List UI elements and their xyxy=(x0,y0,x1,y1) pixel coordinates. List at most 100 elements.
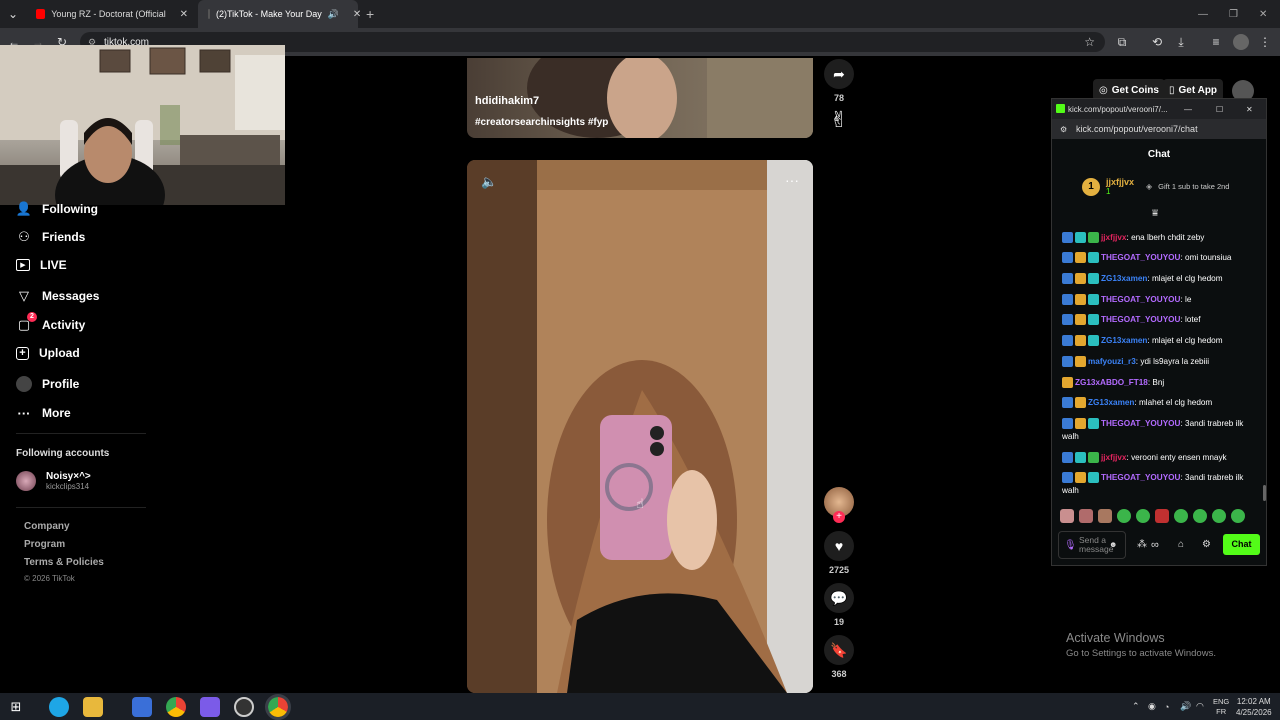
chat-badge-icon xyxy=(1062,273,1073,285)
sub-icon[interactable]: ⁂ xyxy=(1137,539,1147,550)
sidebar-item-activity[interactable]: ▢ 2 Activity xyxy=(16,312,85,333)
emote-icon[interactable] xyxy=(1174,509,1188,523)
video-author[interactable]: hdidihakim7 xyxy=(475,95,539,107)
chat-username[interactable]: THEGOAT_YOUYOU xyxy=(1101,295,1180,304)
sidebar-item-following[interactable]: 👤 Following xyxy=(16,201,98,217)
language-indicator[interactable]: ENG FR xyxy=(1213,697,1229,717)
following-account-item[interactable]: Noisy×^> kickclips314 xyxy=(16,471,91,491)
emote-icon[interactable] xyxy=(1155,509,1169,523)
chat-username[interactable]: ZG13xamen xyxy=(1101,274,1147,283)
sidebar-item-profile[interactable]: Profile xyxy=(16,376,79,392)
emote-icon[interactable] xyxy=(1193,509,1207,523)
tab-tiktok[interactable]: (2)TikTok - Make Your Day 🔊 ✕ xyxy=(198,0,361,28)
media-control-icon[interactable]: ≡ xyxy=(1208,34,1224,50)
chat-badge-icon xyxy=(1075,252,1086,264)
emote-icon[interactable] xyxy=(1117,509,1131,523)
edge-icon[interactable] xyxy=(49,696,69,717)
emote-icon[interactable] xyxy=(1136,509,1150,523)
follow-plus-icon[interactable]: + xyxy=(833,511,845,523)
kick-maximize-icon[interactable]: ☐ xyxy=(1216,105,1223,114)
emoji-icon[interactable]: ☻ xyxy=(1109,540,1117,549)
extensions-icon[interactable]: ⧉ xyxy=(1114,34,1130,50)
speaker-icon[interactable]: 🔊 xyxy=(328,9,339,20)
store-icon[interactable]: ⌂ xyxy=(1178,539,1184,550)
site-settings-icon[interactable]: ⚙ xyxy=(1060,125,1067,134)
chat-username[interactable]: ZG13xamen xyxy=(1088,398,1134,407)
tray-wifi-icon[interactable]: ◔ xyxy=(1164,702,1169,712)
bookmark-button[interactable]: 🔖 xyxy=(824,635,854,665)
emote-icon[interactable] xyxy=(1060,509,1074,523)
chat-username[interactable]: THEGOAT_YOUYOU xyxy=(1101,419,1180,428)
download-icon[interactable]: ⤓ xyxy=(1173,34,1189,50)
close-icon[interactable]: ✕ xyxy=(180,9,188,20)
infinity-icon[interactable]: ∞ xyxy=(1151,539,1159,551)
chat-username[interactable]: ZG13xABDO_FT18 xyxy=(1075,378,1148,387)
tray-network-icon[interactable]: ◉ xyxy=(1148,701,1156,712)
obs-icon[interactable] xyxy=(234,696,254,717)
share-button[interactable]: ➦ xyxy=(824,59,854,89)
gift-banner[interactable]: 1 jjxfjjvx 1 ◈ Gift 1 sub to take 2nd xyxy=(1082,177,1229,196)
window-close-icon[interactable]: ✕ xyxy=(1259,9,1267,20)
settings-gear-icon[interactable]: ⚙ xyxy=(1202,539,1211,550)
file-explorer-icon[interactable] xyxy=(83,696,103,717)
kick-minimize-icon[interactable]: — xyxy=(1184,105,1192,114)
video-player[interactable]: 🔈 ··· xyxy=(467,160,813,693)
tray-chevron-icon[interactable]: ⌃ xyxy=(1132,701,1140,712)
history-icon[interactable]: ⟲ xyxy=(1149,34,1165,50)
chat-username[interactable]: jjxfjjvx xyxy=(1101,233,1127,242)
chat-badge-icon xyxy=(1088,472,1099,484)
video-card-previous[interactable]: hdidihakim7 #creatorsearchinsights #fyp xyxy=(467,58,813,138)
microphone-icon[interactable]: 🎙 xyxy=(1064,540,1077,551)
footer-link-program[interactable]: Program xyxy=(24,539,65,550)
discord-icon[interactable] xyxy=(200,696,220,717)
tab-search-icon[interactable]: ⌄ xyxy=(0,7,26,21)
language-primary: ENG xyxy=(1213,696,1230,706)
creator-avatar[interactable]: + xyxy=(824,487,854,523)
emote-icon[interactable] xyxy=(1212,509,1226,523)
chrome-active-icon[interactable] xyxy=(265,693,291,720)
new-tab-button[interactable]: + xyxy=(366,6,374,22)
footer-link-terms[interactable]: Terms & Policies xyxy=(24,557,104,568)
scrollbar[interactable] xyxy=(1263,485,1266,501)
footer-link-company[interactable]: Company xyxy=(24,521,70,532)
sidebar-item-messages[interactable]: ▽ Messages xyxy=(16,288,99,304)
like-button[interactable]: ♥ xyxy=(824,531,854,561)
more-options-icon[interactable]: ··· xyxy=(785,172,799,188)
chat-badge-icon xyxy=(1062,472,1073,484)
restore-icon[interactable]: ❐ xyxy=(1229,9,1238,20)
emote-icon[interactable] xyxy=(1079,509,1093,523)
emote-icon[interactable] xyxy=(1231,509,1245,523)
sidebar-item-label: Profile xyxy=(42,377,80,391)
emote-icon[interactable] xyxy=(1098,509,1112,523)
chat-badge-icon xyxy=(1075,418,1086,430)
tray-headset-icon[interactable]: ◠ xyxy=(1196,701,1204,712)
comment-button[interactable]: 💬 xyxy=(824,583,854,613)
chat-username[interactable]: THEGOAT_YOUYOU xyxy=(1101,473,1180,482)
sidebar-item-live[interactable]: ▶ LIVE xyxy=(16,258,67,272)
tray-speaker-icon[interactable]: 🔊 xyxy=(1180,701,1191,712)
sidebar-item-more[interactable]: ··· More xyxy=(16,405,71,421)
windows-start-icon[interactable]: ⊞ xyxy=(6,697,26,717)
browser-tab-bar: ⌄ Young RZ - Doctorat (Official M ✕ (2)T… xyxy=(0,0,1280,28)
minimize-icon[interactable]: — xyxy=(1198,9,1208,20)
chat-username[interactable]: ZG13xamen xyxy=(1101,336,1147,345)
close-icon[interactable]: ✕ xyxy=(353,9,361,20)
chrome-icon[interactable] xyxy=(166,696,186,717)
chat-username[interactable]: THEGOAT_YOUYOU xyxy=(1101,253,1180,262)
clock[interactable]: 12:02 AM 4/25/2026 xyxy=(1236,696,1272,718)
video-hashtags[interactable]: #creatorsearchinsights #fyp xyxy=(475,117,608,128)
chat-username[interactable]: mafyouzi_r3 xyxy=(1088,357,1136,366)
chat-username[interactable]: jjxfjjvx xyxy=(1101,453,1127,462)
pinned-toggle-icon[interactable]: ⩸ xyxy=(1152,208,1158,219)
kick-close-icon[interactable]: ✕ xyxy=(1246,105,1253,114)
sidebar-item-upload[interactable]: + Upload xyxy=(16,346,80,360)
chat-username[interactable]: THEGOAT_YOUYOU xyxy=(1101,315,1180,324)
volume-icon[interactable]: 🔈 xyxy=(481,174,497,190)
profile-avatar[interactable] xyxy=(1233,34,1249,50)
bookmark-star-icon[interactable]: ☆ xyxy=(1084,35,1095,49)
store-icon[interactable] xyxy=(132,696,152,717)
tab-youtube[interactable]: Young RZ - Doctorat (Official M ✕ xyxy=(26,0,198,28)
browser-menu-icon[interactable]: ⋮ xyxy=(1257,34,1273,50)
chat-send-button[interactable]: Chat xyxy=(1223,534,1260,555)
sidebar-item-friends[interactable]: ⚇ Friends xyxy=(16,229,85,245)
